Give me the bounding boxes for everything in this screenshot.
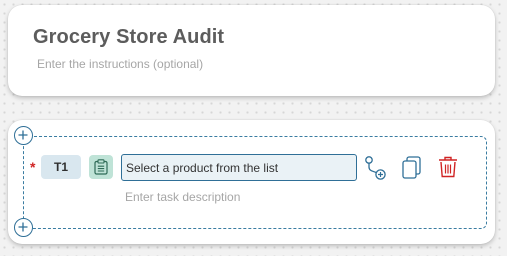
required-marker: * <box>30 159 36 175</box>
survey-header-card: Grocery Store Audit Enter the instructio… <box>8 5 495 96</box>
plus-icon <box>18 130 28 140</box>
copy-icon <box>402 156 421 179</box>
branch-logic-button[interactable] <box>364 155 388 181</box>
trash-icon <box>439 156 457 178</box>
task-question-input[interactable] <box>121 154 357 181</box>
task-dropzone-border <box>23 136 487 229</box>
plus-icon <box>18 222 28 232</box>
branch-icon <box>365 156 386 180</box>
task-description-field[interactable]: Enter task description <box>125 190 240 204</box>
instructions-field[interactable]: Enter the instructions (optional) <box>37 57 203 71</box>
task-type-button[interactable] <box>89 155 113 179</box>
survey-title[interactable]: Grocery Store Audit <box>33 26 224 49</box>
delete-task-button[interactable] <box>437 155 459 179</box>
task-card <box>8 120 495 244</box>
clipboard-icon <box>94 159 108 175</box>
add-task-above-button[interactable] <box>14 126 33 145</box>
add-task-below-button[interactable] <box>14 218 33 237</box>
task-id-badge: T1 <box>41 155 81 179</box>
duplicate-task-button[interactable] <box>401 156 423 180</box>
